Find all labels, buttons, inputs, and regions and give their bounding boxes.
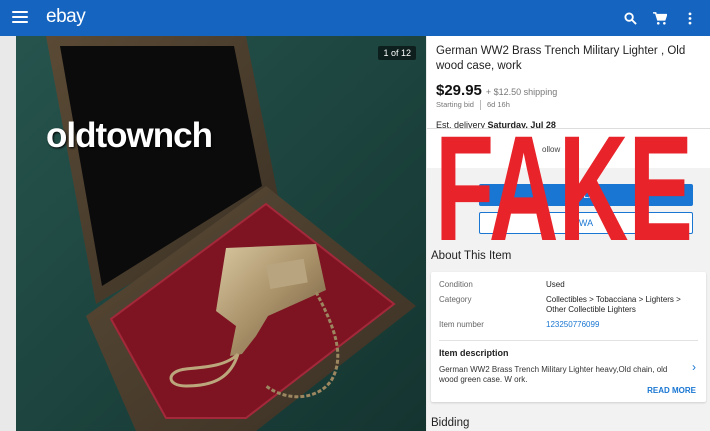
read-more-link[interactable]: READ MORE — [647, 386, 696, 395]
about-heading: About This Item — [431, 250, 512, 262]
item-number-link[interactable]: 123250776099 — [546, 320, 696, 330]
spec-row-category: Category Collectibles > Tobacciana > Lig… — [439, 295, 698, 315]
starting-bid-label: Starting bid — [436, 100, 474, 109]
spec-row-item-number: Item number 123250776099 — [439, 320, 698, 330]
spec-key: Category — [439, 295, 472, 304]
search-icon[interactable] — [620, 8, 640, 28]
listing-summary: German WW2 Brass Trench Military Lighter… — [427, 36, 710, 138]
listing-price: $29.95 — [436, 82, 482, 99]
listing-title: German WW2 Brass Trench Military Lighter… — [436, 45, 686, 72]
bidding-heading: Bidding — [431, 417, 470, 429]
seller-watermark: oldtownch — [46, 116, 213, 155]
spec-value: Collectibles > Tobacciana > Lighters > O… — [546, 295, 681, 314]
ebay-logo[interactable]: ebay — [46, 6, 86, 28]
spec-value: Used — [546, 280, 565, 289]
lighter-photo-image — [16, 36, 426, 431]
cart-icon[interactable] — [650, 8, 670, 28]
spec-key: Condition — [439, 280, 473, 289]
more-vert-icon[interactable] — [680, 8, 700, 28]
time-left: 6d 16h — [486, 100, 510, 109]
item-description-heading[interactable]: Item description — [439, 340, 698, 358]
fake-overlay-text: FAKE — [435, 128, 693, 244]
photo-counter: 1 of 12 — [378, 46, 416, 60]
spec-key: Item number — [439, 320, 484, 329]
about-card: Condition Used Category Collectibles > T… — [431, 272, 706, 402]
hamburger-menu-icon[interactable] — [12, 11, 28, 25]
app-bar: ebay — [0, 0, 710, 36]
fake-overlay-stamp: FAKE — [435, 128, 693, 244]
item-description-text: German WW2 Brass Trench Military Lighter… — [439, 365, 668, 384]
shipping-cost: + $12.50 shipping — [485, 87, 558, 97]
spec-row-condition: Condition Used — [439, 280, 698, 290]
item-photo[interactable]: 1 of 12 oldtownch — [16, 36, 426, 431]
chevron-right-icon[interactable]: › — [692, 360, 696, 374]
